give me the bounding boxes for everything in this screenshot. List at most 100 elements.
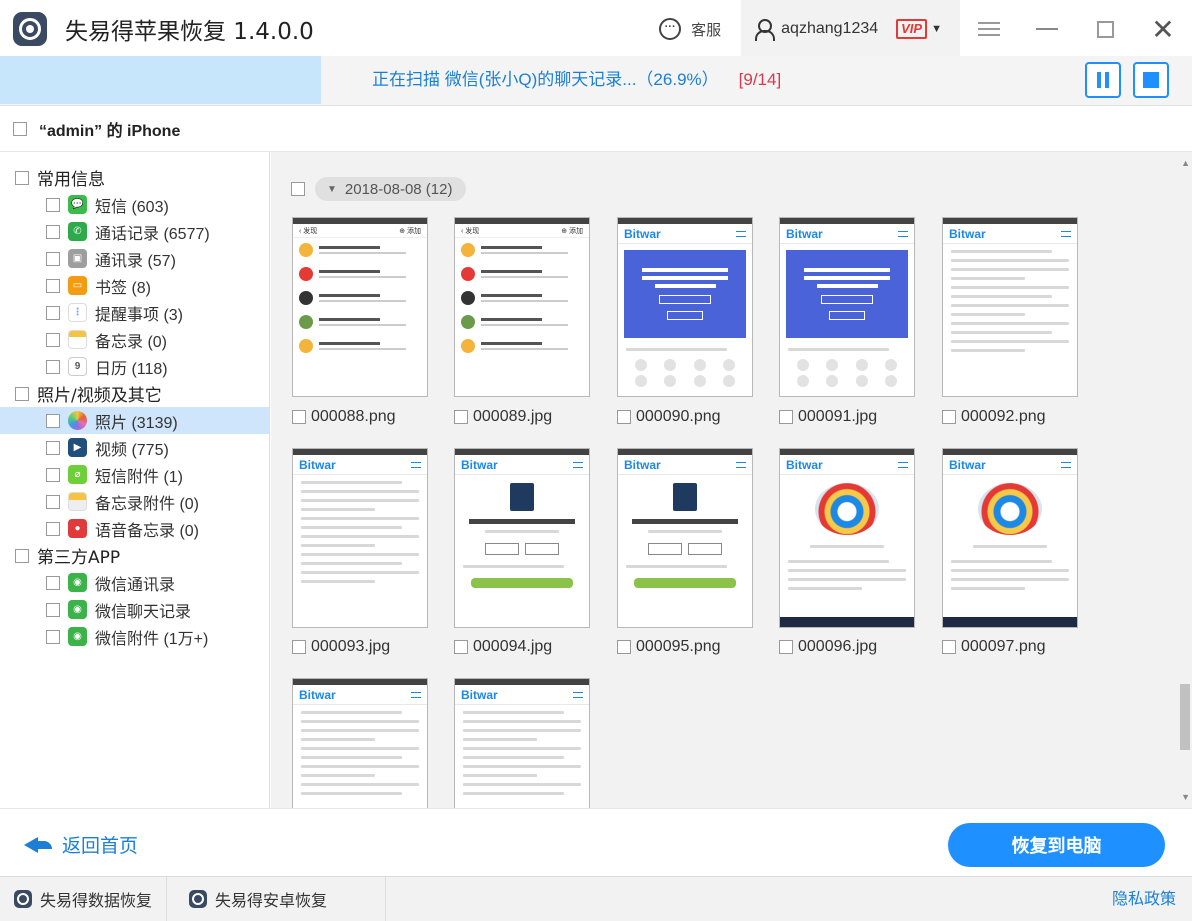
checkbox[interactable] bbox=[46, 629, 60, 644]
pause-button[interactable] bbox=[1085, 62, 1121, 98]
checkbox[interactable] bbox=[46, 359, 60, 374]
device-row: “admin” 的 iPhone bbox=[0, 106, 1192, 152]
voice-memo-icon: ● bbox=[68, 519, 87, 538]
sidebar-item-calendar[interactable]: 9 日历 (118) bbox=[0, 353, 269, 380]
sidebar-item-sms-attachments[interactable]: ⌀ 短信附件 (1) bbox=[0, 461, 269, 488]
photo-thumbnail[interactable]: Bitwar bbox=[617, 448, 753, 628]
checkbox[interactable] bbox=[46, 278, 60, 293]
photo-caption: 000096.jpg bbox=[779, 638, 877, 656]
footer-tab-android-recovery[interactable]: 失易得安卓恢复 bbox=[167, 876, 387, 921]
photo-checkbox[interactable] bbox=[779, 640, 793, 654]
menu-button[interactable] bbox=[960, 0, 1018, 58]
gallery-scrollbar[interactable]: ▲ ▼ bbox=[1178, 152, 1192, 808]
photo-checkbox[interactable] bbox=[292, 640, 306, 654]
sidebar-group-media[interactable]: 照片/视频及其它 bbox=[0, 380, 269, 407]
scroll-up-icon[interactable]: ▲ bbox=[1181, 158, 1190, 168]
checkbox[interactable] bbox=[15, 548, 29, 563]
photo-thumbnail[interactable]: ‹ 发现 ⊕ 添加 bbox=[292, 217, 428, 397]
sidebar-item-wechat-chats[interactable]: ◉ 微信聊天记录 bbox=[0, 596, 269, 623]
close-button[interactable]: ✕ bbox=[1134, 0, 1192, 58]
file-name: 000092.png bbox=[961, 408, 1046, 425]
sidebar-item-notes-attachments[interactable]: 备忘录附件 (0) bbox=[0, 488, 269, 515]
stop-button[interactable] bbox=[1133, 62, 1169, 98]
sidebar-item-bookmarks[interactable]: ▭ 书签 (8) bbox=[0, 272, 269, 299]
file-name: 000090.png bbox=[636, 408, 721, 425]
photo-checkbox[interactable] bbox=[454, 640, 468, 654]
checkbox[interactable] bbox=[46, 251, 60, 266]
checkbox[interactable] bbox=[46, 575, 60, 590]
date-group-toggle[interactable]: ▼ 2018-08-08 (12) bbox=[315, 177, 467, 201]
sidebar-item-wechat-attachments[interactable]: ◉ 微信附件 (1万+) bbox=[0, 623, 269, 650]
checkbox[interactable] bbox=[46, 494, 60, 509]
sidebar-item-notes[interactable]: 备忘录 (0) bbox=[0, 326, 269, 353]
photo-thumbnail[interactable]: Bitwar bbox=[292, 678, 428, 808]
file-name: 000094.jpg bbox=[473, 638, 553, 655]
attachment-icon: ⌀ bbox=[68, 465, 87, 484]
sidebar-item-reminders[interactable]: ⋮ 提醒事项 (3) bbox=[0, 299, 269, 326]
photo-checkbox[interactable] bbox=[942, 410, 956, 424]
photo-caption: 000090.png bbox=[617, 408, 721, 426]
sidebar-item-wechat-contacts[interactable]: ◉ 微信通讯录 bbox=[0, 569, 269, 596]
photo-thumbnail[interactable]: Bitwar bbox=[942, 217, 1078, 397]
checkbox[interactable] bbox=[46, 224, 60, 239]
photo-thumbnail[interactable]: Bitwar bbox=[617, 217, 753, 397]
device-checkbox[interactable] bbox=[13, 121, 27, 136]
minimize-icon bbox=[1036, 28, 1058, 30]
photo-checkbox[interactable] bbox=[617, 640, 631, 654]
photo-checkbox[interactable] bbox=[292, 410, 306, 424]
maximize-button[interactable] bbox=[1076, 0, 1134, 58]
photo-thumbnail[interactable]: Bitwar bbox=[942, 448, 1078, 628]
sidebar-item-videos[interactable]: ▶ 视频 (775) bbox=[0, 434, 269, 461]
checkbox[interactable] bbox=[46, 467, 60, 482]
photo-caption: 000088.png bbox=[292, 408, 396, 426]
checkbox[interactable] bbox=[46, 197, 60, 212]
photo-thumbnail[interactable]: Bitwar bbox=[454, 678, 590, 808]
sidebar-item-voice-memos[interactable]: ● 语音备忘录 (0) bbox=[0, 515, 269, 542]
close-icon: ✕ bbox=[1151, 13, 1175, 45]
sidebar-item-call-log[interactable]: ✆ 通话记录 (6577) bbox=[0, 218, 269, 245]
photo-caption: 000094.jpg bbox=[454, 638, 552, 656]
photo-checkbox[interactable] bbox=[617, 410, 631, 424]
photo-checkbox[interactable] bbox=[942, 640, 956, 654]
video-icon: ▶ bbox=[68, 438, 87, 457]
scan-counter: [9/14] bbox=[738, 70, 782, 89]
photo-caption: 000092.png bbox=[942, 408, 1046, 426]
photo-thumbnail[interactable]: Bitwar bbox=[779, 448, 915, 628]
checkbox[interactable] bbox=[15, 170, 29, 185]
checkbox[interactable] bbox=[46, 305, 60, 320]
photo-thumbnail[interactable]: Bitwar bbox=[454, 448, 590, 628]
checkbox[interactable] bbox=[46, 602, 60, 617]
checkbox[interactable] bbox=[46, 332, 60, 347]
sidebar-item-contacts[interactable]: ▣ 通讯录 (57) bbox=[0, 245, 269, 272]
support-button[interactable]: ··· 客服 bbox=[659, 18, 721, 40]
checkbox[interactable] bbox=[46, 413, 60, 428]
sidebar-group-third-party[interactable]: 第三方APP bbox=[0, 542, 269, 569]
group-label: 照片/视频及其它 bbox=[37, 386, 162, 406]
item-label: 日历 (118) bbox=[95, 360, 168, 378]
sidebar-item-sms[interactable]: 💬 短信 (603) bbox=[0, 191, 269, 218]
photo-checkbox[interactable] bbox=[454, 410, 468, 424]
checkbox[interactable] bbox=[46, 521, 60, 536]
footer-tab-data-recovery[interactable]: 失易得数据恢复 bbox=[0, 876, 168, 921]
item-label: 备忘录附件 (0) bbox=[95, 495, 200, 513]
scrollbar-thumb[interactable] bbox=[1180, 684, 1190, 750]
recover-to-computer-button[interactable]: 恢复到电脑 bbox=[948, 823, 1165, 867]
sidebar-item-photos[interactable]: 照片 (3139) bbox=[0, 407, 269, 434]
app-title: 失易得苹果恢复 1.4.0.0 bbox=[65, 19, 314, 45]
back-home-button[interactable]: 返回首页 bbox=[24, 831, 138, 858]
date-group-label: 2018-08-08 (12) bbox=[344, 180, 453, 198]
user-account-menu[interactable]: aqzhang1234 VIP ▼ bbox=[741, 0, 960, 58]
minimize-button[interactable] bbox=[1018, 0, 1076, 58]
checkbox[interactable] bbox=[15, 386, 29, 401]
scroll-down-icon[interactable]: ▼ bbox=[1181, 792, 1190, 802]
item-label: 短信附件 (1) bbox=[95, 468, 184, 486]
date-group-checkbox[interactable] bbox=[291, 182, 305, 196]
notes-icon bbox=[68, 330, 87, 349]
photo-thumbnail[interactable]: Bitwar bbox=[779, 217, 915, 397]
checkbox[interactable] bbox=[46, 440, 60, 455]
privacy-policy-link[interactable]: 隐私政策 bbox=[1112, 877, 1176, 921]
sidebar-group-common[interactable]: 常用信息 bbox=[0, 164, 269, 191]
photo-checkbox[interactable] bbox=[779, 410, 793, 424]
photo-thumbnail[interactable]: Bitwar bbox=[292, 448, 428, 628]
photo-thumbnail[interactable]: ‹ 发现 ⊕ 添加 bbox=[454, 217, 590, 397]
